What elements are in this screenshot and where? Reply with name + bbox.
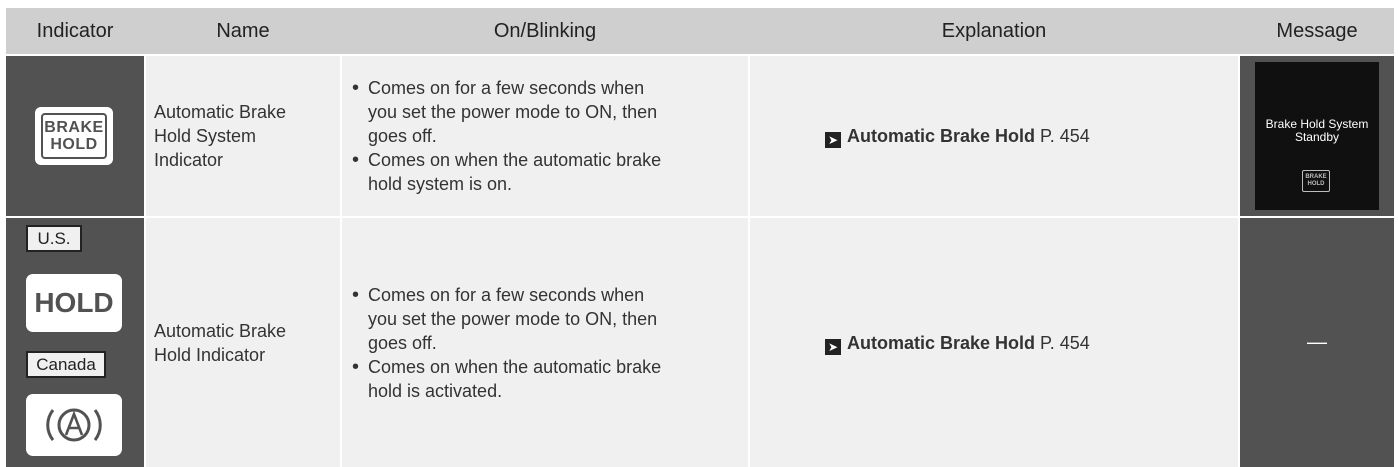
header-on-blinking: On/Blinking	[493, 20, 597, 42]
table-header: Indicator Name On/Blinking Explanation M…	[6, 8, 1394, 54]
name-line: Indicator	[154, 150, 224, 170]
reference-title: Automatic Brake Hold	[847, 126, 1036, 146]
header-name: Name	[216, 20, 270, 42]
message-line: Standby	[1294, 130, 1340, 144]
name-cell: Automatic Brake Hold Indicator	[146, 218, 340, 467]
bullet-list: Comes on for a few seconds when you set …	[350, 283, 742, 403]
bullet-line: you set the power mode to ON, then	[368, 308, 658, 329]
brake-hold-small-icon: BRAKE HOLD	[1302, 170, 1330, 192]
header-explanation: Explanation	[941, 20, 1047, 42]
name-line: Hold Indicator	[154, 344, 266, 365]
header-message: Message	[1276, 20, 1358, 42]
bullet-line: hold is activated.	[368, 380, 503, 401]
brake-hold-a-icon	[26, 394, 122, 456]
brake-hold-icon: BRAKE HOLD	[35, 107, 113, 165]
bullet-item: Comes on when the automatic brake hold s…	[350, 148, 742, 196]
bullet-line: goes off.	[368, 126, 437, 146]
small-icon-line2: HOLD	[1307, 181, 1325, 187]
name-cell: Automatic Brake Hold System Indicator	[146, 56, 340, 216]
table-row: U.S. HOLD Canada Automatic Brake Hold In…	[6, 218, 1394, 467]
bullet-line: hold system is on.	[368, 174, 513, 194]
bullet-line: Comes on when the automatic brake	[368, 150, 662, 170]
indicator-name: Automatic Brake Hold Indicator	[154, 319, 334, 367]
on-blinking-cell: Comes on for a few seconds when you set …	[342, 218, 748, 467]
message-display: Brake Hold System Standby BRAKE HOLD	[1255, 62, 1379, 210]
bullet-item: Comes on when the automatic brake hold i…	[350, 355, 742, 403]
arrow-right-icon: ➤	[825, 338, 841, 355]
indicator-table: Indicator Name On/Blinking Explanation M…	[0, 0, 1398, 467]
small-icon-line1: BRAKE	[1305, 174, 1327, 180]
reference-page: P. 454	[1035, 126, 1090, 146]
page-reference-link[interactable]: ➤ Automatic Brake Hold P. 454	[825, 331, 1090, 355]
explanation-cell: ➤ Automatic Brake Hold P. 454	[750, 218, 1238, 467]
header-indicator: Indicator	[36, 20, 114, 42]
explanation-cell: ➤ Automatic Brake Hold P. 454	[750, 56, 1238, 216]
bullet-list: Comes on for a few seconds when you set …	[350, 76, 742, 196]
bullet-line: Comes on when the automatic brake	[368, 356, 662, 377]
no-message-dash: —	[1307, 331, 1327, 353]
bullet-line: Comes on for a few seconds when	[368, 78, 645, 98]
table-row: BRAKE HOLD Automatic Brake Hold System I…	[6, 56, 1394, 216]
us-region-tag: U.S.	[26, 225, 82, 252]
message-cell: Brake Hold System Standby BRAKE HOLD	[1240, 56, 1394, 216]
bullet-item: Comes on for a few seconds when you set …	[350, 283, 742, 355]
canada-region-tag: Canada	[26, 351, 106, 378]
hold-icon: HOLD	[26, 274, 122, 332]
indicator-name: Automatic Brake Hold System Indicator	[154, 100, 334, 172]
name-line: Hold System	[154, 126, 257, 146]
brake-hold-icon-line2: HOLD	[50, 136, 98, 153]
brake-hold-icon-line1: BRAKE	[44, 119, 104, 136]
message-cell: —	[1240, 218, 1394, 467]
reference-page: P. 454	[1035, 332, 1090, 353]
indicator-cell: BRAKE HOLD	[6, 56, 144, 216]
name-line: Automatic Brake	[154, 102, 287, 122]
bullet-item: Comes on for a few seconds when you set …	[350, 76, 742, 148]
indicator-cell: U.S. HOLD Canada	[6, 218, 144, 467]
page-reference-link[interactable]: ➤ Automatic Brake Hold P. 454	[825, 124, 1090, 148]
name-line: Automatic Brake	[154, 320, 287, 341]
on-blinking-cell: Comes on for a few seconds when you set …	[342, 56, 748, 216]
arrow-right-icon: ➤	[825, 132, 841, 148]
reference-title: Automatic Brake Hold	[847, 332, 1036, 353]
bullet-line: goes off.	[368, 332, 437, 353]
bullet-line: Comes on for a few seconds when	[368, 284, 645, 305]
bullet-line: you set the power mode to ON, then	[368, 102, 658, 122]
